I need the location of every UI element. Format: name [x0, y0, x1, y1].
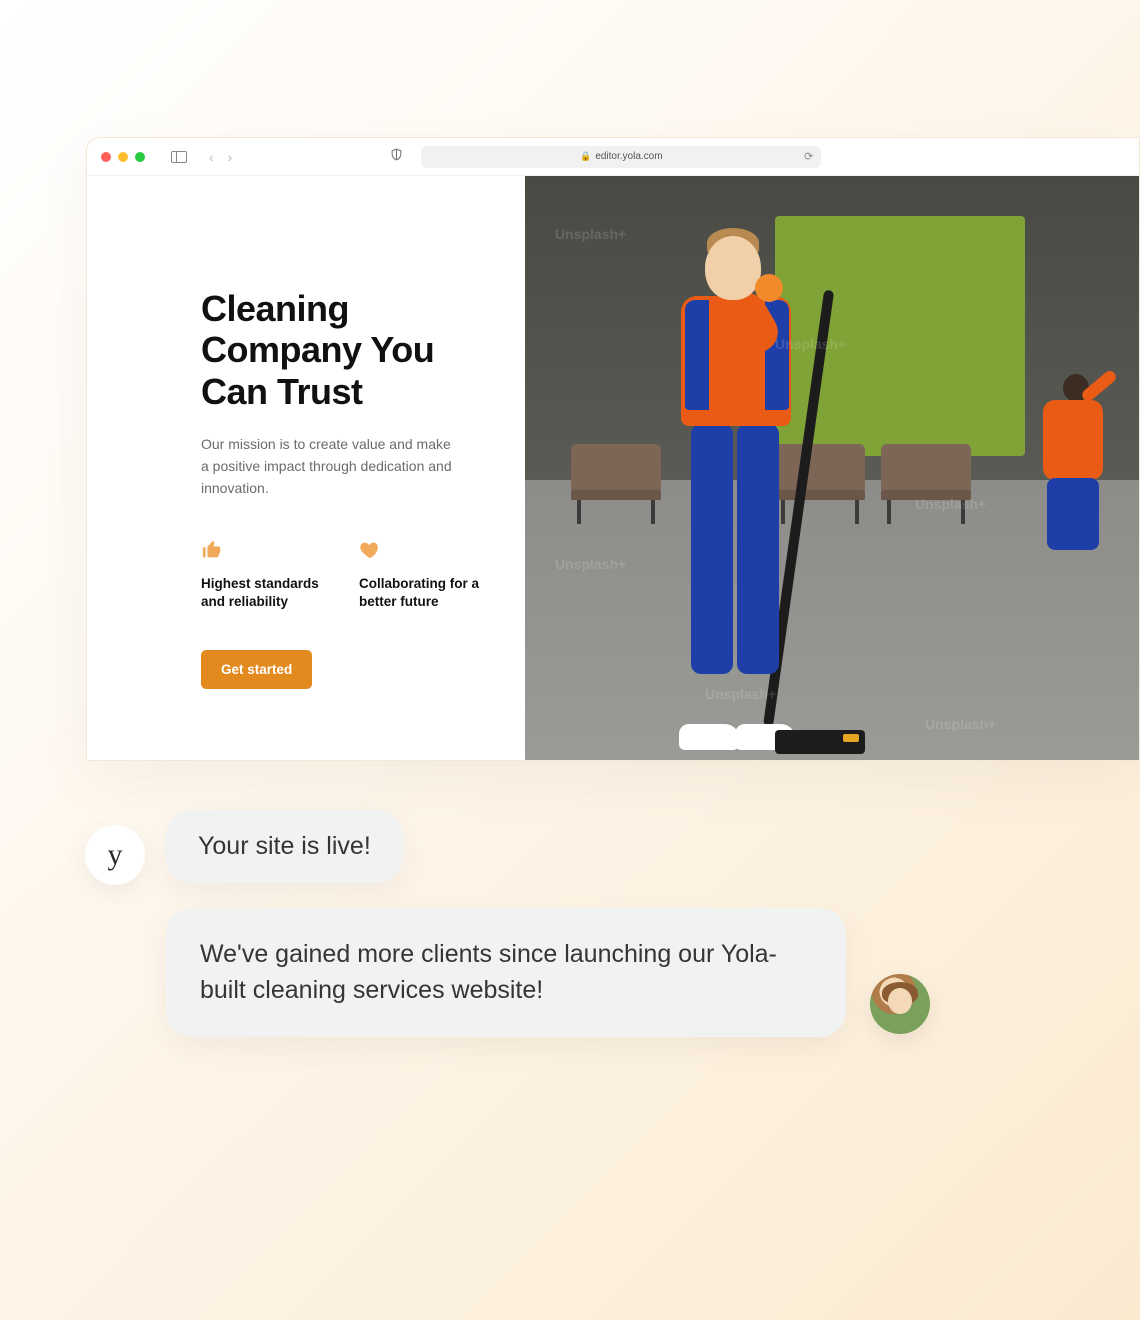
hero-subtitle: Our mission is to create value and make …: [201, 434, 461, 499]
maximize-window-icon[interactable]: [135, 152, 145, 162]
back-arrow-icon[interactable]: ‹: [209, 149, 214, 165]
sidebar-toggle-icon[interactable]: [171, 151, 187, 163]
thumbs-up-icon: [201, 539, 331, 561]
nav-arrows: ‹ ›: [209, 149, 232, 165]
close-window-icon[interactable]: [101, 152, 111, 162]
chair: [881, 410, 971, 500]
traffic-lights: [101, 152, 145, 162]
page-content: Cleaning Company You Can Trust Our missi…: [87, 176, 1139, 760]
feature-item: Collaborating for a better future: [359, 539, 489, 611]
feature-label: Collaborating for a better future: [359, 575, 489, 611]
agent-avatar-letter: y: [108, 838, 123, 872]
hero-title-line: Company You: [201, 329, 434, 370]
agent-avatar: y: [85, 825, 145, 885]
browser-window: ‹ › 🔒 editor.yola.com ⟳ Cleaning Company…: [86, 137, 1140, 761]
hero-title-line: Cleaning: [201, 288, 349, 329]
hero-title-line: Can Trust: [201, 371, 363, 412]
browser-chrome: ‹ › 🔒 editor.yola.com ⟳: [87, 138, 1139, 176]
get-started-button[interactable]: Get started: [201, 650, 312, 689]
chat-message: We've gained more clients since launchin…: [200, 936, 812, 1009]
person-background: [1033, 360, 1123, 550]
hero-image: Unsplash+ Unsplash+ Unsplash+ Unsplash+ …: [525, 176, 1139, 760]
person-main: [595, 220, 835, 760]
heart-icon: [359, 539, 489, 561]
hero-left-column: Cleaning Company You Can Trust Our missi…: [87, 176, 525, 760]
chat-bubble-agent: Your site is live!: [166, 810, 403, 883]
user-avatar: [870, 974, 930, 1034]
feature-label: Highest standards and reliability: [201, 575, 331, 611]
forward-arrow-icon[interactable]: ›: [228, 149, 233, 165]
privacy-shield-icon[interactable]: [390, 148, 403, 166]
lock-icon: 🔒: [580, 151, 591, 162]
url-bar[interactable]: 🔒 editor.yola.com ⟳: [421, 146, 821, 168]
url-text: editor.yola.com: [595, 151, 662, 162]
minimize-window-icon[interactable]: [118, 152, 128, 162]
hero-title: Cleaning Company You Can Trust: [201, 288, 525, 412]
chat-message: Your site is live!: [198, 832, 371, 861]
vacuum-head: [775, 730, 865, 754]
reload-icon[interactable]: ⟳: [804, 150, 813, 163]
features-row: Highest standards and reliability Collab…: [201, 539, 525, 611]
feature-item: Highest standards and reliability: [201, 539, 331, 611]
chat-bubble-user: We've gained more clients since launchin…: [166, 908, 846, 1037]
